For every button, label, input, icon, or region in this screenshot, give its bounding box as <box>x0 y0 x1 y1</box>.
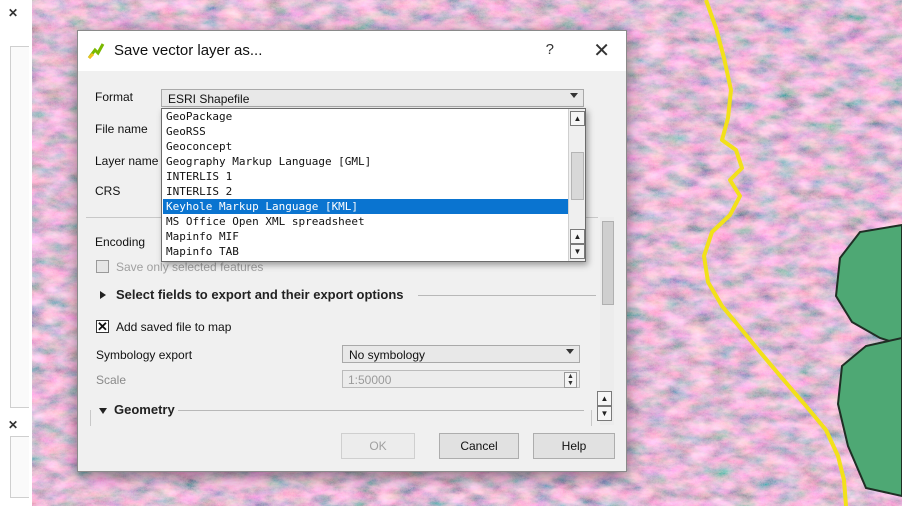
panel-frame <box>10 436 29 498</box>
add-to-map-label: Add saved file to map <box>116 320 232 334</box>
cancel-button[interactable]: Cancel <box>439 433 519 459</box>
format-option[interactable]: Geography Markup Language [GML] <box>163 154 568 169</box>
format-value: ESRI Shapefile <box>168 92 250 106</box>
chevron-down-icon <box>566 349 574 354</box>
format-label: Format <box>95 90 134 104</box>
help-icon[interactable]: ? <box>546 41 554 58</box>
save-selected-label: Save only selected features <box>116 260 264 274</box>
save-vector-layer-dialog: Save vector layer as... ? ✕ Format File … <box>77 30 627 472</box>
chevron-down-icon <box>570 93 578 98</box>
format-option[interactable]: Mapinfo MIF <box>163 229 568 244</box>
encoding-label: Encoding <box>95 235 146 249</box>
ok-button[interactable]: OK <box>341 433 415 459</box>
format-option[interactable]: Mapinfo TAB <box>163 244 568 259</box>
scroll-down-icon[interactable]: ▼ <box>597 406 612 421</box>
format-option[interactable]: GeoPackage <box>163 109 568 124</box>
panel-frame <box>10 46 29 408</box>
help-button[interactable]: Help <box>533 433 615 459</box>
format-option[interactable]: MS Office Open XML spreadsheet <box>163 214 568 229</box>
format-option[interactable]: INTERLIS 2 <box>163 184 568 199</box>
scroll-up-icon[interactable]: ▲ <box>570 111 585 126</box>
geometry-group-frame <box>90 410 592 426</box>
qgis-icon <box>87 43 105 60</box>
spin-arrows-icon[interactable]: ▲ ▼ <box>564 372 577 388</box>
scale-label: Scale <box>96 373 127 387</box>
format-option[interactable]: GeoRSS <box>163 124 568 139</box>
dialog-title: Save vector layer as... <box>114 42 263 59</box>
format-option[interactable]: INTERLIS 1 <box>163 169 568 184</box>
file-name-label: File name <box>95 122 148 136</box>
layer-name-label: Layer name <box>95 154 159 168</box>
symbology-value: No symbology <box>349 348 426 362</box>
format-select[interactable]: ESRI Shapefile <box>161 89 584 107</box>
format-options: GeoPackage GeoRSS Geoconcept Geography Mark… <box>163 109 568 259</box>
scroll-up-icon[interactable]: ▲ <box>597 391 612 406</box>
title-bar: Save vector layer as... ? ✕ <box>78 31 626 71</box>
scrollbar-thumb[interactable] <box>602 221 614 305</box>
select-fields-section[interactable]: Select fields to export and their export… <box>116 287 404 302</box>
expand-arrow-icon[interactable] <box>100 291 106 299</box>
symbology-label: Symbology export <box>96 348 193 362</box>
geometry-scrollbar[interactable]: ▲ ▼ <box>597 389 612 425</box>
scrollbar-thumb[interactable] <box>571 152 584 200</box>
left-panel-strip: ✕ ✕ <box>0 0 32 506</box>
scale-value: 1:50000 <box>348 373 392 387</box>
close-icon[interactable]: ✕ <box>593 38 610 63</box>
symbology-select[interactable]: No symbology <box>342 345 580 363</box>
section-divider <box>418 295 596 296</box>
dropdown-scrollbar[interactable]: ▲ ▲ ▼ <box>568 109 585 261</box>
scroll-up-icon[interactable]: ▲ <box>570 229 585 244</box>
add-to-map-checkbox[interactable]: ✕ <box>96 320 109 333</box>
scale-input[interactable]: 1:50000 ▲ ▼ <box>342 370 580 388</box>
close-icon[interactable]: ✕ <box>6 6 20 20</box>
save-selected-checkbox[interactable] <box>96 260 109 273</box>
format-option[interactable]: Keyhole Markup Language [KML] <box>163 199 568 214</box>
format-dropdown-list[interactable]: GeoPackage GeoRSS Geoconcept Geography Mark… <box>161 108 586 262</box>
close-icon[interactable]: ✕ <box>6 418 20 432</box>
crs-label: CRS <box>95 184 121 198</box>
scroll-down-icon[interactable]: ▼ <box>570 244 585 259</box>
format-option[interactable]: Geoconcept <box>163 139 568 154</box>
